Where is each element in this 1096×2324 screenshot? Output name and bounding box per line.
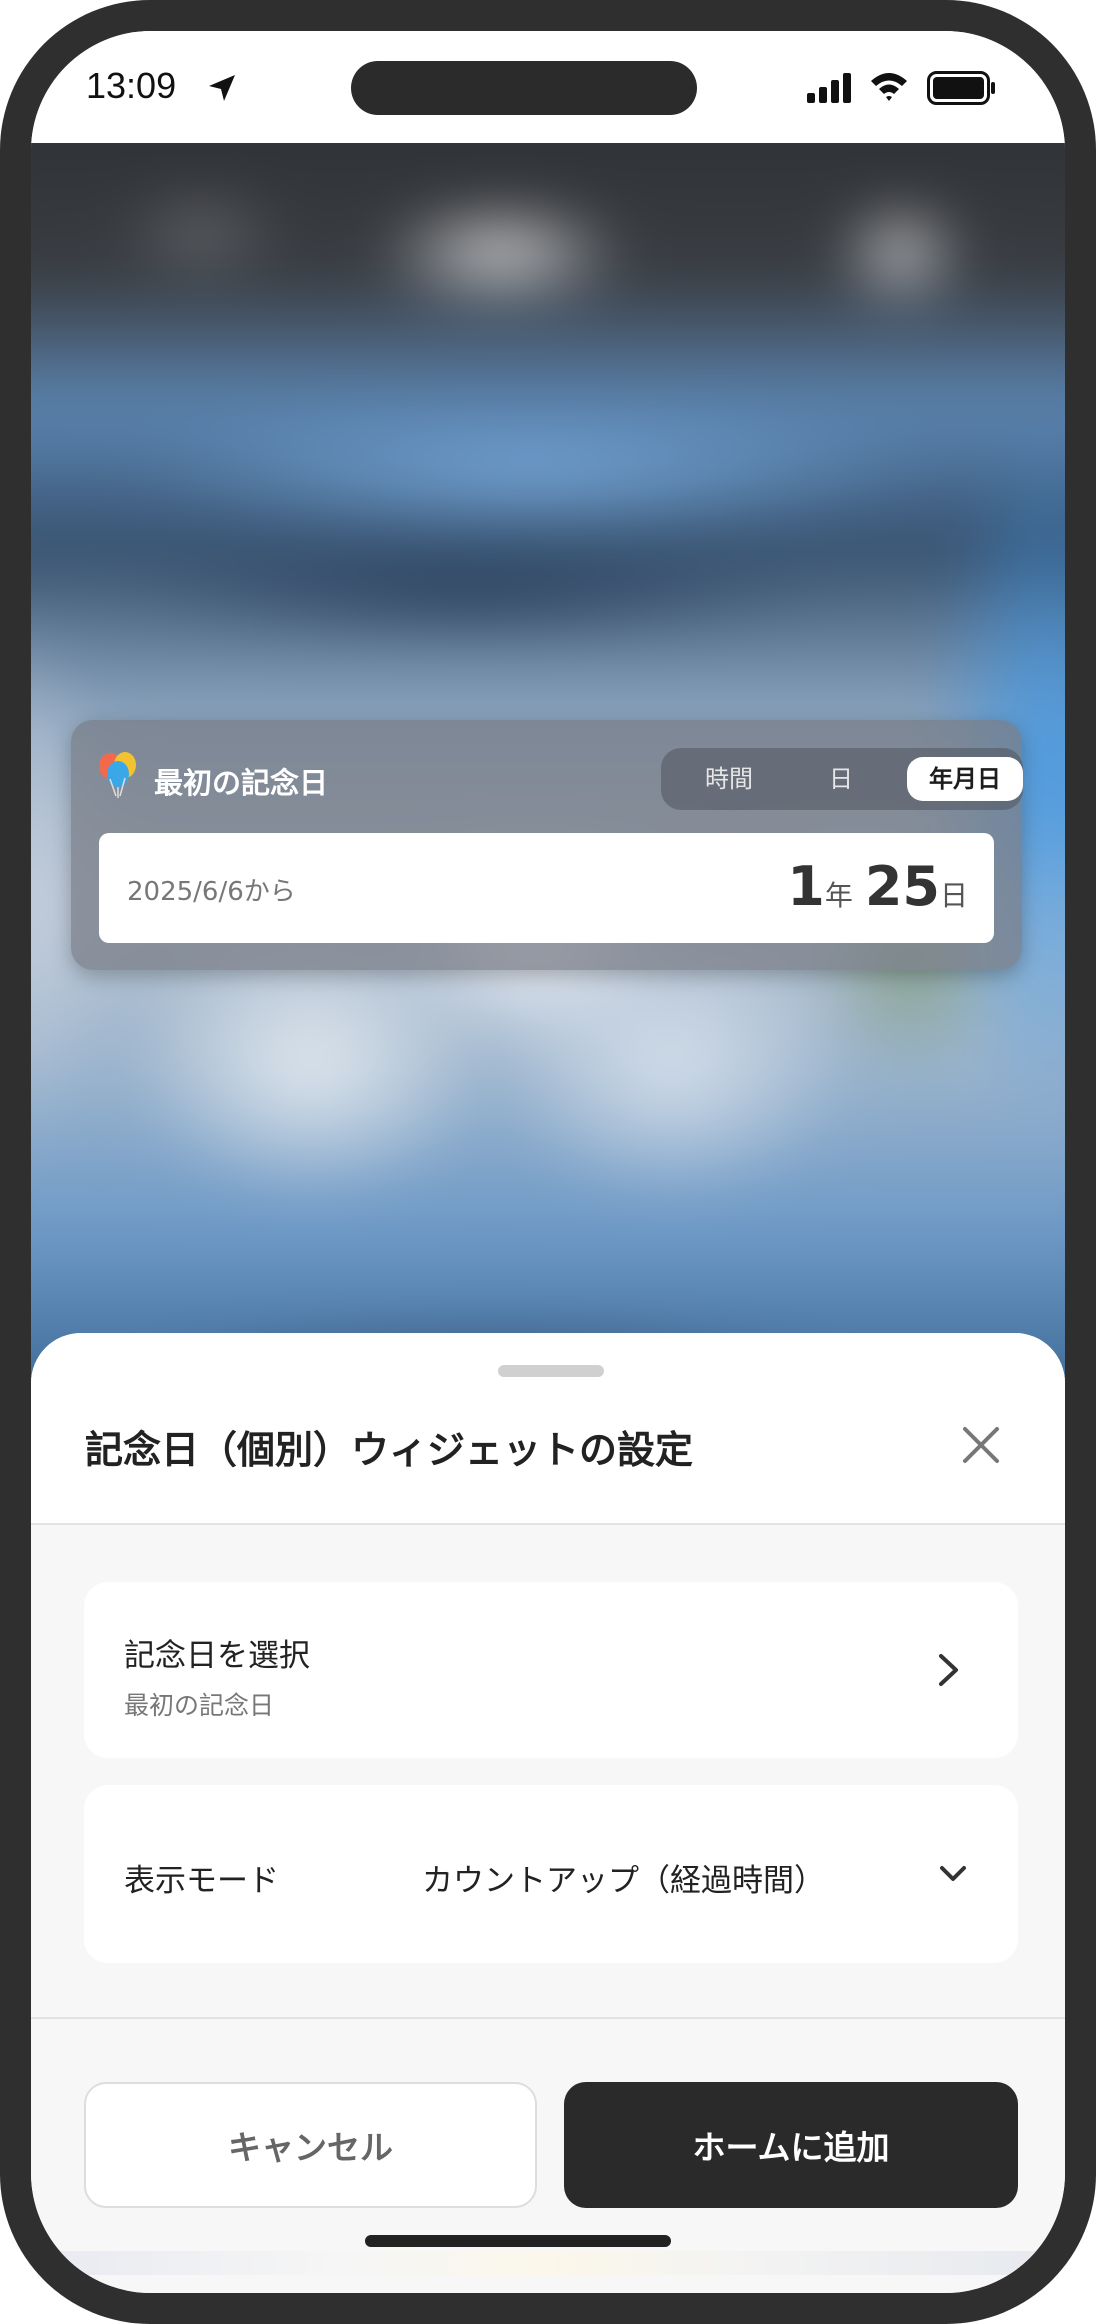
blurred-home-background: 最初の記念日 時間 日 年月日 2025/6/6から 1年 25日	[31, 143, 1065, 1393]
elapsed-count: 1年 25日	[787, 855, 968, 918]
cancel-button[interactable]: キャンセル	[84, 2082, 537, 2208]
sheet-header: 記念日（個別）ウィジェットの設定	[31, 1333, 1065, 1525]
years-value: 1	[787, 855, 825, 918]
screen: 13:09 最初の記念日 時間 日 年月日 2025/6/6から 1年 25日 …	[31, 31, 1065, 2293]
location-arrow-icon	[209, 75, 235, 101]
display-mode-select[interactable]: カウントアップ（経過時間）	[422, 1855, 825, 1900]
footer-divider	[31, 2017, 1065, 2019]
chevron-down-icon	[940, 1866, 966, 1881]
segment-hours[interactable]: 時間	[679, 757, 779, 801]
status-time: 13:09	[86, 65, 177, 106]
cellular-signal-icon	[807, 73, 851, 103]
battery-icon	[927, 71, 995, 105]
widget-count-panel: 2025/6/6から 1年 25日	[99, 833, 994, 943]
close-icon[interactable]	[951, 1415, 1011, 1475]
select-anniversary-row[interactable]: 記念日を選択 最初の記念日	[84, 1582, 1018, 1758]
phone-frame: 13:09 最初の記念日 時間 日 年月日 2025/6/6から 1年 25日 …	[0, 0, 1096, 2324]
bottom-strip	[31, 2251, 1065, 2275]
select-anniversary-label: 記念日を選択	[124, 1638, 310, 1674]
sheet-grabber[interactable]	[498, 1365, 604, 1377]
dynamic-island	[351, 61, 697, 115]
selected-anniversary-value: 最初の記念日	[124, 1691, 275, 1720]
widget-title: 最初の記念日	[154, 766, 329, 800]
balloon-icon	[99, 752, 136, 798]
segment-days[interactable]: 日	[791, 757, 891, 801]
sheet-title: 記念日（個別）ウィジェットの設定	[85, 1428, 694, 1472]
widget-preview: 最初の記念日 時間 日 年月日 2025/6/6から 1年 25日	[71, 720, 1023, 970]
years-unit: 年	[824, 879, 853, 912]
chevron-right-icon	[939, 1654, 958, 1686]
days-unit: 日	[939, 879, 968, 912]
since-date: 2025/6/6から	[127, 877, 296, 907]
display-mode-row[interactable]: 表示モード カウントアップ（経過時間）	[84, 1785, 1018, 1963]
settings-bottom-sheet: 記念日（個別）ウィジェットの設定 記念日を選択 最初の記念日 表示モード カウン…	[31, 1333, 1065, 2293]
status-bar: 13:09	[31, 31, 1065, 143]
days-value: 25	[864, 855, 940, 918]
segment-year-month-day[interactable]: 年月日	[907, 757, 1023, 801]
display-unit-segmented-control: 時間 日 年月日	[661, 748, 1023, 810]
add-to-home-button[interactable]: ホームに追加	[564, 2082, 1018, 2208]
home-indicator[interactable]	[365, 2235, 671, 2247]
display-mode-label: 表示モード	[124, 1863, 279, 1899]
wifi-icon	[871, 73, 907, 101]
